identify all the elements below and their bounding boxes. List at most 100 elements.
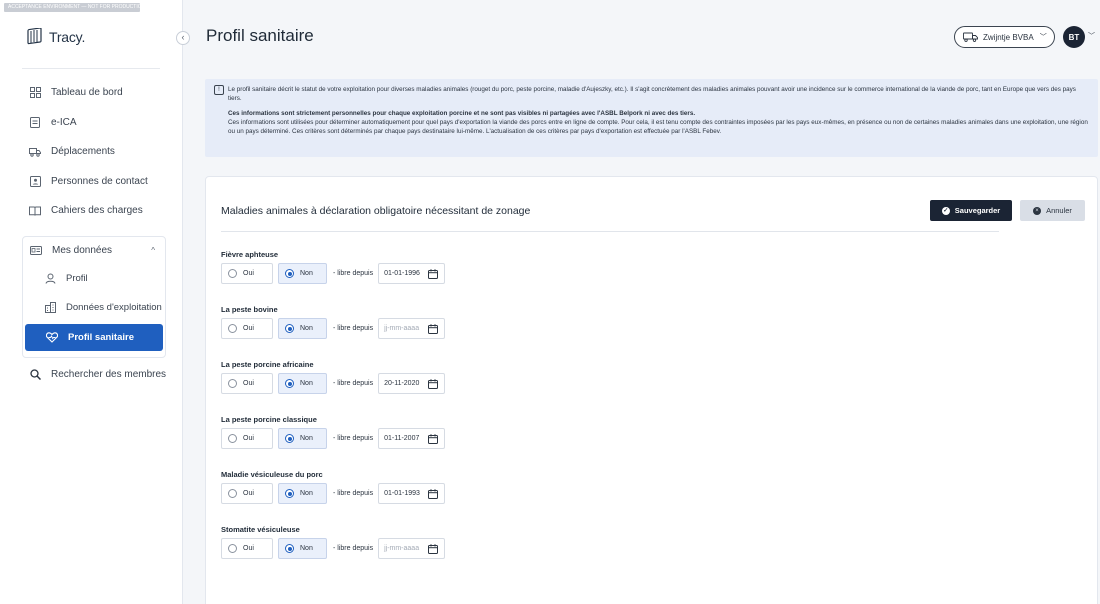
oui-radio[interactable]: Oui [221,263,273,284]
sidebar-item-deplacements[interactable]: Déplacements [22,137,172,167]
contact-icon [28,175,42,187]
libre-depuis-label: - libre depuis [333,325,374,332]
non-radio[interactable]: Non [278,483,327,504]
sidebar-item-profil-sanitaire[interactable]: Profil sanitaire [25,324,163,351]
card-divider [221,231,999,232]
sidebar-item-rechercher-membres[interactable]: Rechercher des membres [22,362,166,386]
disease-name: La peste porcine africaine [221,360,314,369]
sidebar-nav: Tableau de bord e-ICA Déplacements Perso… [22,78,172,226]
non-label: Non [300,325,313,332]
card-title: Maladies animales à déclaration obligato… [221,205,531,217]
oui-label: Oui [243,325,254,332]
sidebar-item-e-ica[interactable]: e-ICA [22,108,172,138]
oui-radio[interactable]: Oui [221,318,273,339]
disease-controls: Oui Non - libre depuis 01-11-2007 [221,428,446,449]
libre-depuis-label: - libre depuis [333,380,374,387]
radio-checked-icon [285,379,294,388]
non-radio[interactable]: Non [278,263,327,284]
sidebar-item-donnees-exploitation[interactable]: Données d'exploitation [23,293,165,322]
cancel-button[interactable]: × Annuler [1020,200,1085,221]
calendar-icon[interactable] [428,543,439,554]
disease-name: La peste bovine [221,305,278,314]
oui-radio[interactable]: Oui [221,373,273,394]
sidebar-group-header[interactable]: Mes données ^ [23,237,165,264]
disease-item: Fièvre aphteuse Oui Non - libre depuis 0… [221,250,446,284]
logo[interactable]: Tracy. [26,28,85,46]
chevron-down-icon: ﹀ [1039,34,1047,41]
non-radio[interactable]: Non [278,318,327,339]
avatar[interactable]: BT [1063,26,1085,48]
save-button[interactable]: ✓ Sauvegarder [930,200,1012,221]
date-placeholder: jj-mm-aaaa [384,545,420,552]
sidebar-item-label: Cahiers des charges [51,205,143,217]
libre-depuis-label: - libre depuis [333,435,374,442]
collapse-sidebar-button[interactable]: ‹ [176,31,190,45]
info-line: ! Le profil sanitaire décrit le statut d… [214,85,1090,103]
oui-radio[interactable]: Oui [221,483,273,504]
non-label: Non [300,490,313,497]
environment-badge: ACCEPTANCE ENVIRONMENT — NOT FOR PRODUCT… [4,3,140,12]
oui-radio[interactable]: Oui [221,538,273,559]
dashboard-icon [28,87,42,99]
non-label: Non [300,380,313,387]
sidebar-item-personnes-de-contact[interactable]: Personnes de contact [22,167,172,197]
non-radio[interactable]: Non [278,428,327,449]
date-value: 01-01-1996 [384,270,420,277]
company-name: Zwijntje BVBA [983,32,1034,42]
sidebar-item-cahiers-des-charges[interactable]: Cahiers des charges [22,196,172,226]
info-icon: ! [214,85,224,95]
sidebar-item-label: Profil [66,273,88,284]
date-field[interactable]: jj-mm-aaaa [378,538,446,559]
sidebar-item-tableau-de-bord[interactable]: Tableau de bord [22,78,172,108]
calendar-icon[interactable] [428,323,439,334]
radio-circle-icon [228,489,237,498]
sidebar-divider [22,68,160,69]
heart-health-icon [45,332,59,343]
libre-depuis-label: - libre depuis [333,270,374,277]
app-root: ACCEPTANCE ENVIRONMENT — NOT FOR PRODUCT… [0,0,1100,604]
libre-depuis-label: - libre depuis [333,490,374,497]
disease-controls: Oui Non - libre depuis 20-11-2020 [221,373,446,394]
libre-depuis-label: - libre depuis [333,545,374,552]
disease-name: La peste porcine classique [221,415,317,424]
date-placeholder: jj-mm-aaaa [384,325,420,332]
chevron-down-icon[interactable]: ﹀ [1088,31,1095,41]
sidebar-item-profil[interactable]: Profil [23,264,165,293]
id-card-icon [29,246,43,255]
disease-item: La peste bovine Oui Non - libre depuis j… [221,305,446,339]
non-radio[interactable]: Non [278,373,327,394]
non-radio[interactable]: Non [278,538,327,559]
oui-label: Oui [243,545,254,552]
calendar-icon[interactable] [428,268,439,279]
date-field[interactable]: 01-01-1993 [378,483,446,504]
sidebar-group-mes-donnees: Mes données ^ Profil Données d'exploitat… [22,236,166,358]
disease-name: Maladie vésiculeuse du porc [221,470,323,479]
radio-circle-icon [228,269,237,278]
non-label: Non [300,435,313,442]
sidebar-item-label: Données d'exploitation [66,302,162,313]
date-field[interactable]: 20-11-2020 [378,373,446,394]
calendar-icon[interactable] [428,378,439,389]
oui-label: Oui [243,435,254,442]
date-value: 01-01-1993 [384,490,420,497]
calendar-icon[interactable] [428,488,439,499]
radio-checked-icon [285,324,294,333]
sidebar-item-label: Déplacements [51,146,115,158]
disease-controls: Oui Non - libre depuis 01-01-1996 [221,263,446,284]
date-field[interactable]: jj-mm-aaaa [378,318,446,339]
calendar-icon[interactable] [428,433,439,444]
disease-item: Maladie vésiculeuse du porc Oui Non - li… [221,470,446,504]
date-field[interactable]: 01-11-2007 [378,428,446,449]
transport-icon [28,147,42,157]
oui-label: Oui [243,380,254,387]
disease-controls: Oui Non - libre depuis jj-mm-aaaa [221,538,446,559]
cancel-button-label: Annuler [1046,206,1072,215]
truck-icon [963,32,978,42]
radio-circle-icon [228,434,237,443]
sidebar-item-label: Rechercher des membres [51,368,167,380]
disease-name: Fièvre aphteuse [221,250,279,259]
date-field[interactable]: 01-01-1996 [378,263,446,284]
oui-radio[interactable]: Oui [221,428,273,449]
radio-circle-icon [228,379,237,388]
company-selector[interactable]: Zwijntje BVBA ﹀ [954,26,1055,48]
